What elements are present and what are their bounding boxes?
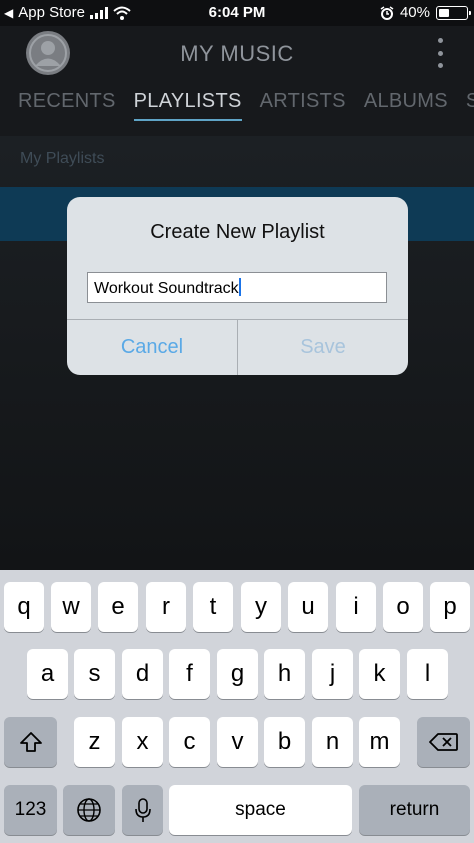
key-m[interactable]: m [359,717,400,767]
key-e[interactable]: e [98,582,138,632]
playlist-name-value: Workout Soundtrack [94,280,239,297]
more-options-icon[interactable] [436,38,444,68]
tab-albums[interactable]: ALBUMS [364,90,448,121]
dialog-title: Create New Playlist [150,221,325,243]
key-x[interactable]: x [122,717,163,767]
backspace-icon [428,733,458,751]
key-c[interactable]: c [169,717,210,767]
cancel-button[interactable]: Cancel [67,320,237,375]
key-p[interactable]: p [430,582,470,632]
alarm-icon [380,5,394,20]
key-n[interactable]: n [312,717,353,767]
key-u[interactable]: u [288,582,328,632]
shift-key[interactable] [4,717,57,767]
status-right: 40% [380,4,471,21]
key-d[interactable]: d [122,649,163,699]
playlist-name-input[interactable]: Workout Soundtrack [87,272,387,303]
dialog-actions: Cancel Save [67,319,408,375]
key-l[interactable]: l [407,649,448,699]
key-t[interactable]: t [193,582,233,632]
text-caret [238,278,241,296]
battery-icon [436,5,471,20]
page-title: MY MUSIC [180,41,294,66]
battery-percent: 40% [399,4,430,21]
key-j[interactable]: j [312,649,353,699]
key-s[interactable]: s [74,649,115,699]
shift-icon [19,732,42,752]
keyboard: q w e r t y u i o p a s d f g h j k l z … [0,570,474,843]
key-k[interactable]: k [359,649,400,699]
key-z[interactable]: z [74,717,115,767]
tab-artists[interactable]: ARTISTS [260,90,346,121]
return-key[interactable]: return [359,785,470,835]
section-label: My Playlists [20,150,105,167]
microphone-icon [134,798,151,822]
key-f[interactable]: f [169,649,210,699]
tab-playlists[interactable]: PLAYLISTS [133,90,242,121]
key-i[interactable]: i [336,582,376,632]
app-header: MY MUSIC RECENTS PLAYLISTS ARTISTS ALBUM… [0,26,474,136]
key-a[interactable]: a [27,649,68,699]
key-r[interactable]: r [146,582,186,632]
tab-recents[interactable]: RECENTS [18,90,116,121]
key-q[interactable]: q [4,582,44,632]
key-o[interactable]: o [383,582,423,632]
backspace-key[interactable] [417,717,470,767]
key-b[interactable]: b [264,717,305,767]
numbers-key[interactable]: 123 [4,785,57,835]
globe-icon [77,798,101,822]
key-h[interactable]: h [264,649,305,699]
tab-songs[interactable]: SO [466,90,474,121]
key-w[interactable]: w [51,582,91,632]
key-v[interactable]: v [217,717,258,767]
status-bar: ◀ App Store 6:04 PM 40% [0,0,474,26]
key-y[interactable]: y [241,582,281,632]
tab-bar: RECENTS PLAYLISTS ARTISTS ALBUMS SO [18,90,474,121]
create-playlist-dialog: Create New Playlist Workout Soundtrack C… [67,197,408,375]
save-button[interactable]: Save [237,320,408,375]
key-g[interactable]: g [217,649,258,699]
microphone-key[interactable] [122,785,163,835]
space-key[interactable]: space [169,785,352,835]
globe-key[interactable] [63,785,115,835]
